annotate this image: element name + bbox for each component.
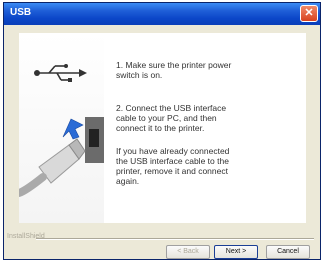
- back-button[interactable]: < Back: [166, 245, 210, 259]
- usb-cable-illustration: [15, 64, 104, 197]
- blue-arrow: [62, 118, 84, 140]
- usb-illustration: [15, 33, 104, 223]
- title-bar[interactable]: USB ✕: [4, 3, 320, 25]
- instructions-panel: 1. Make sure the printer power switch is…: [104, 33, 306, 223]
- cancel-button[interactable]: Cancel: [266, 245, 310, 259]
- instruction-step-1: 1. Make sure the printer power switch is…: [116, 60, 232, 80]
- next-button[interactable]: Next >: [214, 245, 258, 259]
- usb-dialog: USB ✕ 1. Make sure the printer power swi…: [3, 2, 321, 260]
- instruction-step-2: 2. Connect the USB interface cable to yo…: [116, 103, 227, 133]
- close-icon: ✕: [304, 7, 314, 19]
- instruction-step-3: If you have already connected the USB in…: [116, 146, 230, 186]
- footer-divider: [36, 238, 314, 240]
- usb-symbol-icon: [34, 64, 87, 82]
- dialog-content: 1. Make sure the printer power switch is…: [4, 25, 320, 235]
- close-button[interactable]: ✕: [300, 5, 318, 22]
- window-title: USB: [10, 7, 32, 18]
